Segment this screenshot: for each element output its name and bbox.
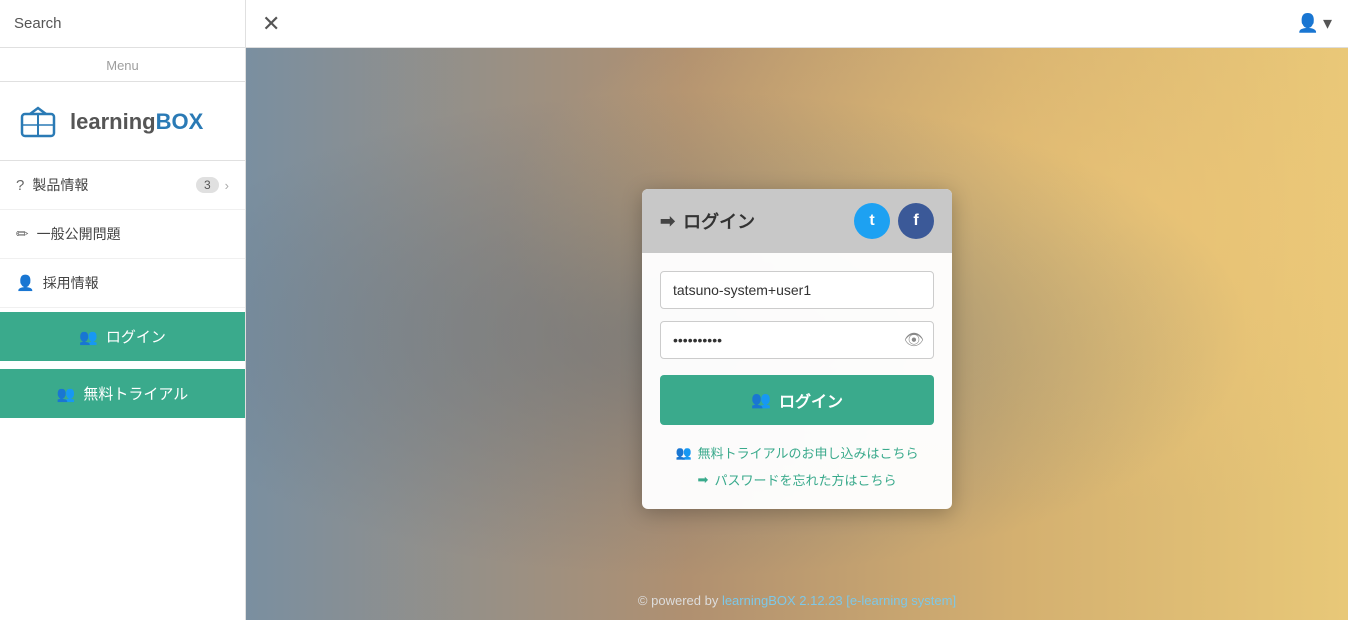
facebook-login-button[interactable]: f	[898, 203, 934, 239]
person-icon: 👤	[16, 274, 35, 292]
login-button[interactable]: 👥 ログイン	[660, 375, 934, 425]
password-wrapper: 👁	[660, 321, 934, 359]
products-badge: 3	[196, 177, 219, 193]
username-input[interactable]	[660, 271, 934, 309]
sidebar-item-public[interactable]: ✏ 一般公開問題	[0, 210, 245, 259]
background-area: ➡ ログイン t f 👁	[246, 48, 1348, 620]
sidebar-nav: ? 製品情報 3 › ✏ 一般公開問題 👤 採用情報 👥 ログイン 👥 無料トラ…	[0, 161, 245, 620]
menu-label: Menu	[0, 48, 245, 82]
footer: © powered by learningBOX 2.12.23 [e-lear…	[246, 582, 1348, 620]
sidebar-login-button[interactable]: 👥 ログイン	[0, 312, 245, 361]
user-avatar-icon: 👤	[1297, 13, 1319, 34]
question-icon: ?	[16, 177, 24, 194]
twitter-login-button[interactable]: t	[854, 203, 890, 239]
trial-link-icon: 👥	[675, 445, 691, 461]
logo: learningBOX	[0, 82, 245, 161]
search-bar[interactable]: Search	[0, 0, 245, 48]
search-label: Search	[14, 15, 62, 32]
password-input[interactable]	[660, 321, 934, 359]
forgot-password-text: パスワードを忘れた方はこちら	[714, 470, 896, 489]
social-buttons: t f	[854, 203, 934, 239]
twitter-icon: t	[869, 212, 874, 230]
sidebar-trial-label: 無料トライアル	[83, 383, 188, 404]
login-title: ➡ ログイン	[660, 208, 755, 234]
logo-text: learningBOX	[70, 109, 203, 135]
facebook-icon: f	[913, 212, 918, 230]
sidebar: Search Menu learningBOX ? 製品情報 3 › ✏ 一般公…	[0, 0, 246, 620]
login-arrow-icon: ➡	[660, 211, 675, 232]
login-card-header: ➡ ログイン t f	[642, 189, 952, 253]
login-card: ➡ ログイン t f 👁	[642, 189, 952, 509]
top-bar: ✕ 👤 ▾	[246, 0, 1348, 48]
login-button-label: ログイン	[779, 388, 843, 412]
login-title-text: ログイン	[683, 208, 755, 234]
user-dropdown-arrow: ▾	[1323, 13, 1332, 34]
sidebar-item-recruit[interactable]: 👤 採用情報	[0, 259, 245, 308]
sidebar-item-products[interactable]: ? 製品情報 3 ›	[0, 161, 245, 210]
sidebar-trial-button[interactable]: 👥 無料トライアル	[0, 369, 245, 418]
forgot-password-link[interactable]: ➡ パスワードを忘れた方はこちら	[698, 470, 897, 489]
trial-link-text: 無料トライアルのお申し込みはこちら	[698, 443, 919, 462]
sidebar-trial-icon: 👥	[57, 385, 76, 403]
forgot-password-icon: ➡	[698, 472, 709, 488]
close-button[interactable]: ✕	[262, 11, 280, 37]
footer-text: © powered by learningBOX 2.12.23 [e-lear…	[638, 593, 956, 608]
sidebar-login-icon: 👥	[79, 328, 98, 346]
login-card-body: 👁 👥 ログイン 👥 無料トライアルのお申し込みはこちら ➡ パスワードを忘れた…	[642, 253, 952, 509]
sidebar-item-public-label: 一般公開問題	[37, 224, 229, 244]
chevron-right-icon: ›	[225, 178, 229, 193]
logo-icon	[16, 100, 60, 144]
main-area: ✕ 👤 ▾ ➡ ログイン t f	[246, 0, 1348, 620]
trial-link[interactable]: 👥 無料トライアルのお申し込みはこちら	[675, 443, 918, 462]
sidebar-item-recruit-label: 採用情報	[43, 273, 229, 293]
login-links: 👥 無料トライアルのお申し込みはこちら ➡ パスワードを忘れた方はこちら	[660, 443, 934, 489]
user-menu[interactable]: 👤 ▾	[1297, 13, 1332, 34]
sidebar-login-label: ログイン	[106, 326, 166, 347]
logo-learning: learning	[70, 109, 156, 134]
sidebar-item-products-label: 製品情報	[32, 175, 196, 195]
password-toggle-icon[interactable]: 👁	[904, 330, 924, 350]
pencil-icon: ✏	[16, 225, 29, 243]
logo-box: BOX	[156, 109, 204, 134]
login-button-icon: 👥	[751, 390, 771, 410]
footer-link[interactable]: learningBOX 2.12.23 [e-learning system]	[722, 593, 956, 608]
